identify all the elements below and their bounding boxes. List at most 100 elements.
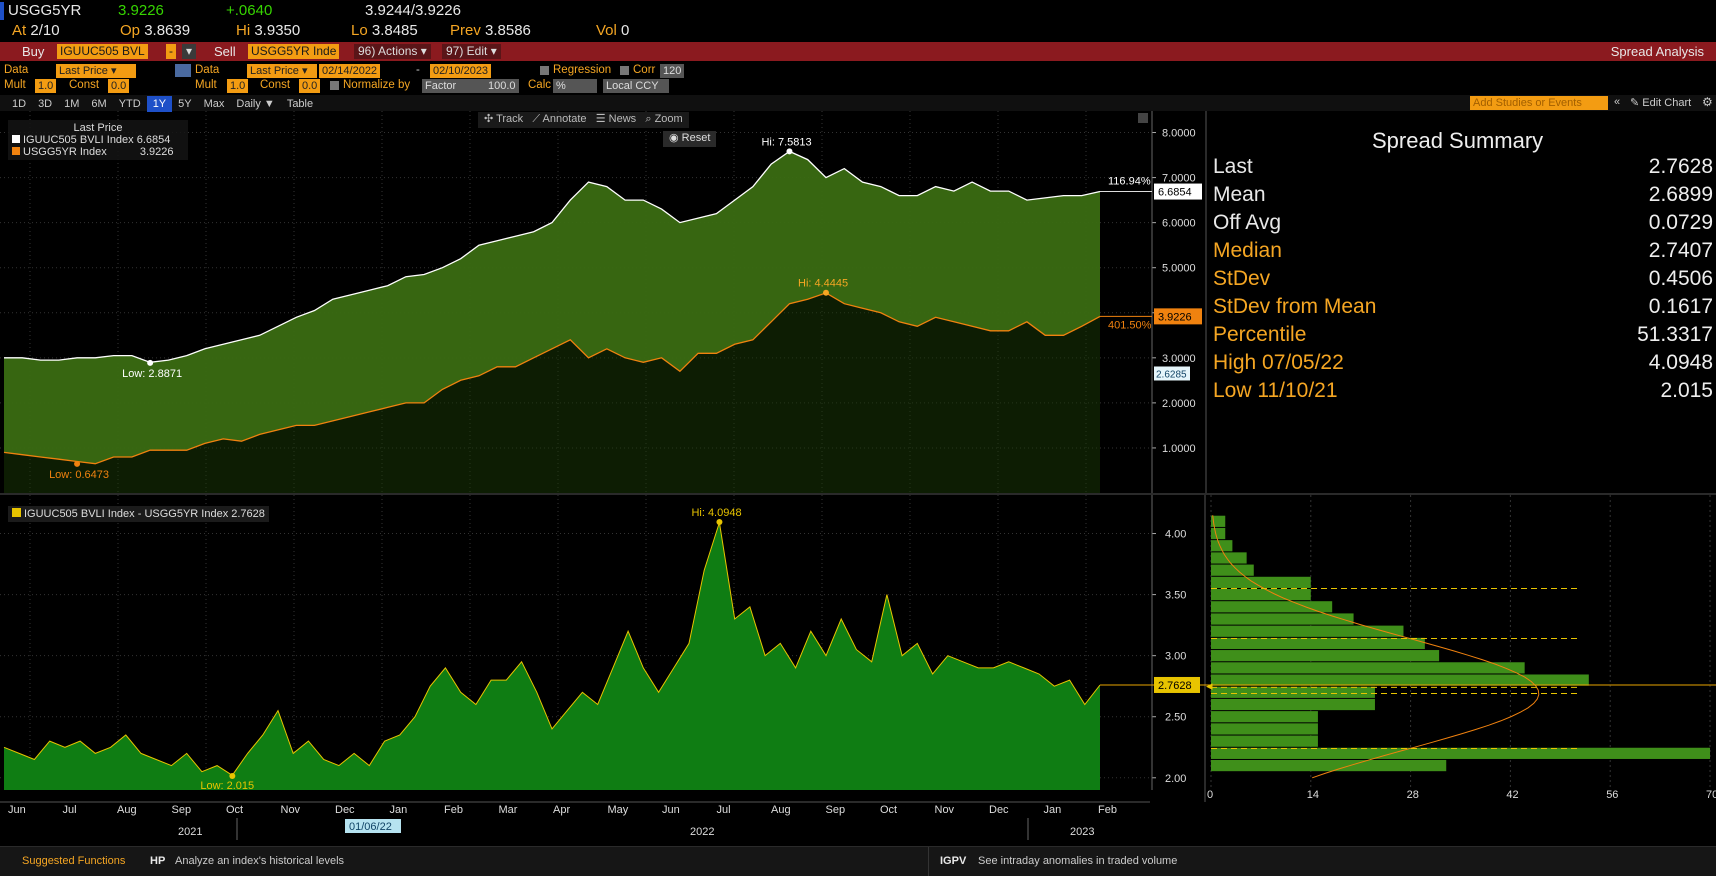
buy-security-field[interactable]: IGUUC505 BVL	[57, 44, 148, 59]
normalize-value-field[interactable]: 100.0	[485, 79, 519, 93]
collapse-icon[interactable]: «	[1614, 96, 1620, 108]
track-icon: ✣	[484, 113, 494, 125]
op-label: Op	[120, 22, 141, 39]
hist-bar	[1211, 613, 1354, 625]
legend-swatch-usgg	[12, 147, 20, 155]
quote-header: USGG5YR 3.9226 +.0640 3.9244/3.9226 At 2…	[0, 0, 1716, 42]
spread-high-marker	[716, 518, 723, 525]
normalize-label: Normalize by	[343, 79, 411, 91]
range-tab-5[interactable]: 1Y	[146, 96, 173, 112]
x-tick-label: Jun	[8, 804, 26, 816]
last-arrow-icon: ◂	[1206, 678, 1213, 693]
hp-code[interactable]: HP	[150, 855, 165, 867]
buy-minus-button[interactable]: -	[166, 44, 176, 59]
suggested-functions-bar: Suggested Functions HP Analyze an index'…	[0, 846, 1716, 876]
const1-field[interactable]: 0.0	[108, 79, 130, 93]
price-chart[interactable]: 8.00007.00006.00005.00004.00003.00002.00…	[0, 111, 1205, 493]
sell-label: Sell	[214, 44, 236, 59]
normalize-checkbox[interactable]	[330, 81, 339, 90]
legend-swatch-spread	[12, 508, 21, 517]
currency-select[interactable]: Local CCY	[603, 79, 669, 93]
hist-x-tick: 56	[1606, 789, 1618, 801]
range-tab-9[interactable]: Table	[281, 96, 319, 112]
mult1-field[interactable]: 1.0	[35, 79, 57, 93]
buy-dropdown-button[interactable]: ▾	[182, 44, 197, 59]
quote-ticker[interactable]: USGG5YR	[8, 2, 81, 19]
range-tab-0[interactable]: 1D	[6, 96, 32, 112]
igpv-code[interactable]: IGPV	[940, 855, 966, 867]
annotate-button[interactable]: Annotate	[543, 113, 587, 125]
date-separator: -	[416, 64, 420, 76]
buy-label: Buy	[22, 44, 45, 59]
normalize-select[interactable]: Factor	[422, 79, 488, 93]
summary-row: StDev from Mean 0.1617	[1213, 295, 1713, 325]
data2-label: Data	[195, 64, 220, 76]
hp-description[interactable]: Analyze an index's historical levels	[175, 855, 344, 867]
summary-value: 0.0729	[1648, 211, 1713, 234]
usgg-high-label: Hi: 4.4445	[798, 278, 848, 290]
igu-low-marker	[147, 359, 154, 366]
summary-value: 2.7628	[1648, 155, 1713, 178]
igpv-description[interactable]: See intraday anomalies in traded volume	[978, 855, 1177, 867]
spread-low-label: Low: 2.015	[200, 780, 254, 792]
hist-bar	[1211, 698, 1375, 711]
hist-bar	[1211, 601, 1333, 613]
data2-select[interactable]: Last Price ▾	[247, 64, 317, 78]
summary-row: Last 2.7628	[1213, 155, 1713, 185]
last-value-usgg: 3.9226	[1158, 311, 1192, 323]
gear-icon[interactable]: ⚙	[1702, 95, 1713, 109]
range-tab-6[interactable]: 5Y	[172, 96, 197, 112]
range-tab-7[interactable]: Max	[198, 96, 231, 112]
suggested-label: Suggested Functions	[22, 855, 126, 867]
range-tab-8[interactable]: Daily ▼	[230, 96, 280, 112]
data1-select[interactable]: Last Price ▾	[56, 64, 136, 78]
zoom-button[interactable]: Zoom	[655, 113, 683, 125]
reset-button[interactable]: ◉ Reset	[663, 131, 717, 147]
edit-chart-button[interactable]: ✎ Edit Chart	[1630, 96, 1691, 109]
y-tick-label: 7.0000	[1162, 173, 1196, 185]
summary-value: 2.7407	[1648, 239, 1713, 262]
calc-select[interactable]: %	[553, 79, 597, 93]
ticker-marker	[0, 2, 4, 20]
lo-label: Lo	[351, 22, 368, 39]
at-value: 2/10	[30, 22, 60, 39]
summary-row: Median 2.7407	[1213, 239, 1713, 269]
spread-chart[interactable]: 4.00 3.50 3.00 2.50 2.00 Jun Jul Aug Sep Oct Nov De…	[0, 495, 1716, 845]
chart-type-icon[interactable]	[175, 64, 191, 77]
hist-x-tick: 0	[1207, 789, 1213, 801]
hist-bar	[1211, 747, 1710, 759]
actions-menu[interactable]: 96) Actions ▾	[354, 44, 431, 59]
corr-checkbox[interactable]	[620, 66, 629, 75]
track-button[interactable]: Track	[496, 113, 523, 125]
spread-tag-value: 2.6285	[1156, 369, 1187, 380]
sell-security-field[interactable]: USGG5YR Inde	[248, 44, 340, 59]
range-tab-4[interactable]: YTD	[113, 96, 147, 112]
date-to-field[interactable]: 02/10/2023	[430, 64, 492, 78]
range-tab-1[interactable]: 3D	[32, 96, 58, 112]
range-tab-3[interactable]: 6M	[85, 96, 112, 112]
hist-x-tick: 70	[1706, 789, 1716, 801]
news-button[interactable]: News	[609, 113, 637, 125]
mult2-field[interactable]: 1.0	[227, 79, 249, 93]
x-tick-label: Jul	[63, 804, 77, 816]
const2-field[interactable]: 0.0	[299, 79, 321, 93]
spread-area	[4, 522, 1100, 790]
summary-label: StDev from Mean	[1213, 295, 1377, 318]
edit-menu[interactable]: 97) Edit ▾	[442, 44, 501, 59]
x-tick-label: Dec	[335, 804, 355, 816]
regression-checkbox[interactable]	[540, 66, 549, 75]
x-tick-label: Oct	[226, 804, 243, 816]
hist-bar	[1211, 625, 1404, 637]
add-studies-input[interactable]: Add Studies or Events	[1470, 96, 1608, 110]
summary-value: 2.015	[1660, 379, 1713, 402]
price-legend: Last Price IGUUC505 BVLI Index 6.6854 US…	[8, 120, 188, 160]
data2-value: Last Price	[250, 65, 299, 77]
hist-bar	[1211, 564, 1254, 576]
range-tab-2[interactable]: 1M	[58, 96, 85, 112]
legend-last-igu: 6.6854	[136, 134, 171, 146]
date-from-field[interactable]: 02/14/2022	[319, 64, 381, 78]
regression-label: Regression	[553, 64, 612, 76]
spread-legend: IGUUC505 BVLI Index - USGG5YR Index 2.76…	[8, 506, 269, 522]
corr-window-field[interactable]: 120	[660, 64, 685, 78]
hi-value: 3.9350	[254, 22, 301, 39]
